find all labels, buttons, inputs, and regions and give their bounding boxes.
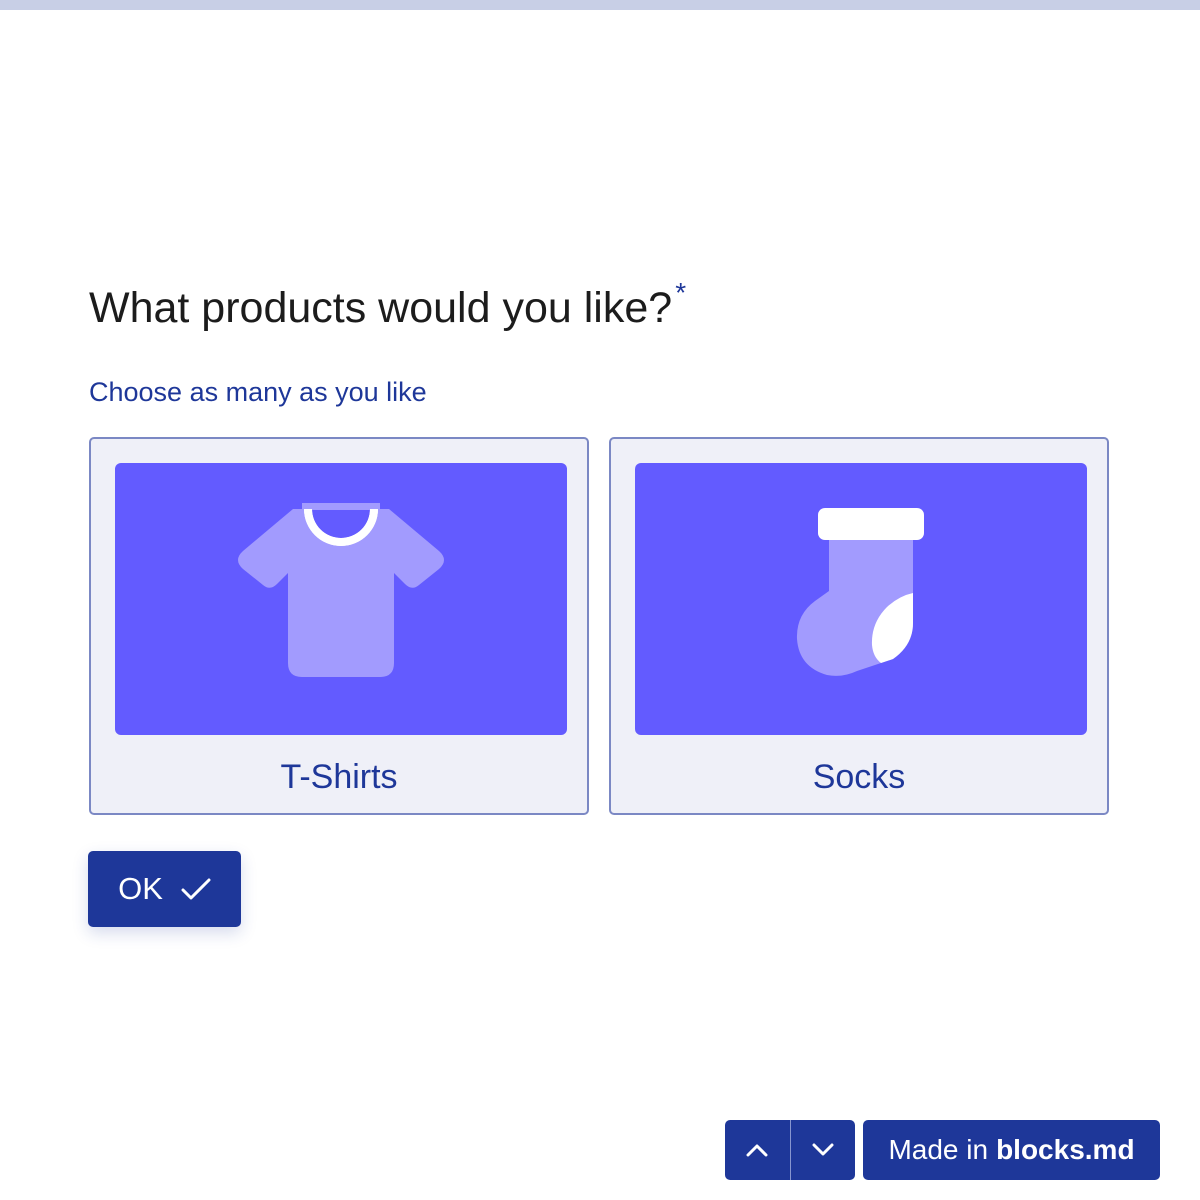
- question-text: What products would you like?: [89, 284, 673, 332]
- required-asterisk: *: [675, 277, 687, 308]
- choice-image: [115, 463, 567, 735]
- checkmark-icon: [181, 878, 211, 900]
- choice-label: Socks: [812, 758, 906, 796]
- previous-question-button[interactable]: [725, 1120, 790, 1180]
- navigation-controls: [725, 1120, 855, 1180]
- choice-label: T-Shirts: [280, 758, 398, 796]
- choice-socks[interactable]: Socks: [609, 437, 1109, 815]
- question-title: What products would you like? *: [89, 277, 686, 339]
- sock-icon: [635, 463, 1087, 735]
- ok-button-label: OK: [118, 871, 163, 906]
- chevron-down-icon: [812, 1143, 834, 1156]
- brand-name: blocks.md: [996, 1134, 1135, 1165]
- question-hint: Choose as many as you like: [89, 377, 427, 407]
- chevron-up-icon: [746, 1144, 768, 1157]
- t-shirt-icon: [115, 463, 567, 735]
- choice-image: [635, 463, 1087, 735]
- progress-bar: [0, 0, 1200, 10]
- next-question-button[interactable]: [791, 1120, 856, 1180]
- made-in-blocks-link[interactable]: Made in blocks.md: [863, 1120, 1160, 1180]
- ok-button[interactable]: OK: [88, 851, 241, 927]
- choice-t-shirts[interactable]: T-Shirts: [89, 437, 589, 815]
- made-in-text: Made in: [888, 1134, 989, 1165]
